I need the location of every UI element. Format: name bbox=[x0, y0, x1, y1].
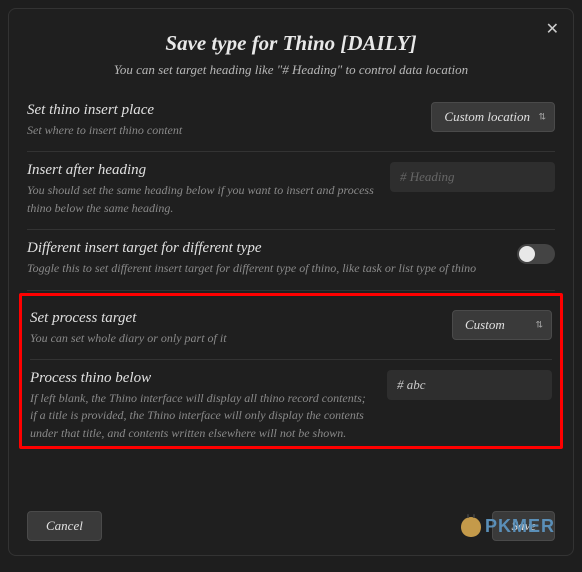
modal-subtitle: You can set target heading like "# Headi… bbox=[29, 62, 553, 78]
row-insert-place: Set thino insert place Set where to inse… bbox=[27, 92, 555, 152]
insert-place-select[interactable]: Custom location bbox=[431, 102, 555, 132]
save-button[interactable]: Save bbox=[492, 511, 555, 541]
row-desc: You should set the same heading below if… bbox=[27, 182, 378, 217]
cancel-button[interactable]: Cancel bbox=[27, 511, 102, 541]
after-heading-input[interactable] bbox=[390, 162, 555, 192]
row-title: Insert after heading bbox=[27, 162, 378, 179]
highlight-box: Set process target You can set whole dia… bbox=[19, 293, 563, 450]
row-title: Set thino insert place bbox=[27, 102, 419, 119]
modal-content: Set thino insert place Set where to inse… bbox=[9, 92, 573, 501]
modal-header: Save type for Thino [DAILY] You can set … bbox=[9, 9, 573, 92]
process-below-input[interactable] bbox=[387, 370, 552, 400]
row-desc: You can set whole diary or only part of … bbox=[30, 330, 440, 347]
save-type-modal: ✕ Save type for Thino [DAILY] You can se… bbox=[8, 8, 574, 556]
row-desc: Toggle this to set different insert targ… bbox=[27, 260, 505, 277]
process-target-select[interactable]: Custom bbox=[452, 310, 552, 340]
modal-title: Save type for Thino [DAILY] bbox=[29, 31, 553, 56]
row-title: Different insert target for different ty… bbox=[27, 240, 505, 257]
modal-footer: Cancel Save bbox=[9, 501, 573, 555]
row-desc: If left blank, the Thino interface will … bbox=[30, 390, 375, 442]
row-after-heading: Insert after heading You should set the … bbox=[27, 152, 555, 230]
row-desc: Set where to insert thino content bbox=[27, 122, 419, 139]
row-process-below: Process thino below If left blank, the T… bbox=[30, 360, 552, 446]
row-title: Process thino below bbox=[30, 370, 375, 387]
row-process-target: Set process target You can set whole dia… bbox=[30, 300, 552, 360]
row-diff-target: Different insert target for different ty… bbox=[27, 230, 555, 290]
close-icon[interactable]: ✕ bbox=[546, 19, 559, 39]
row-title: Set process target bbox=[30, 310, 440, 327]
diff-target-toggle[interactable] bbox=[517, 244, 555, 264]
